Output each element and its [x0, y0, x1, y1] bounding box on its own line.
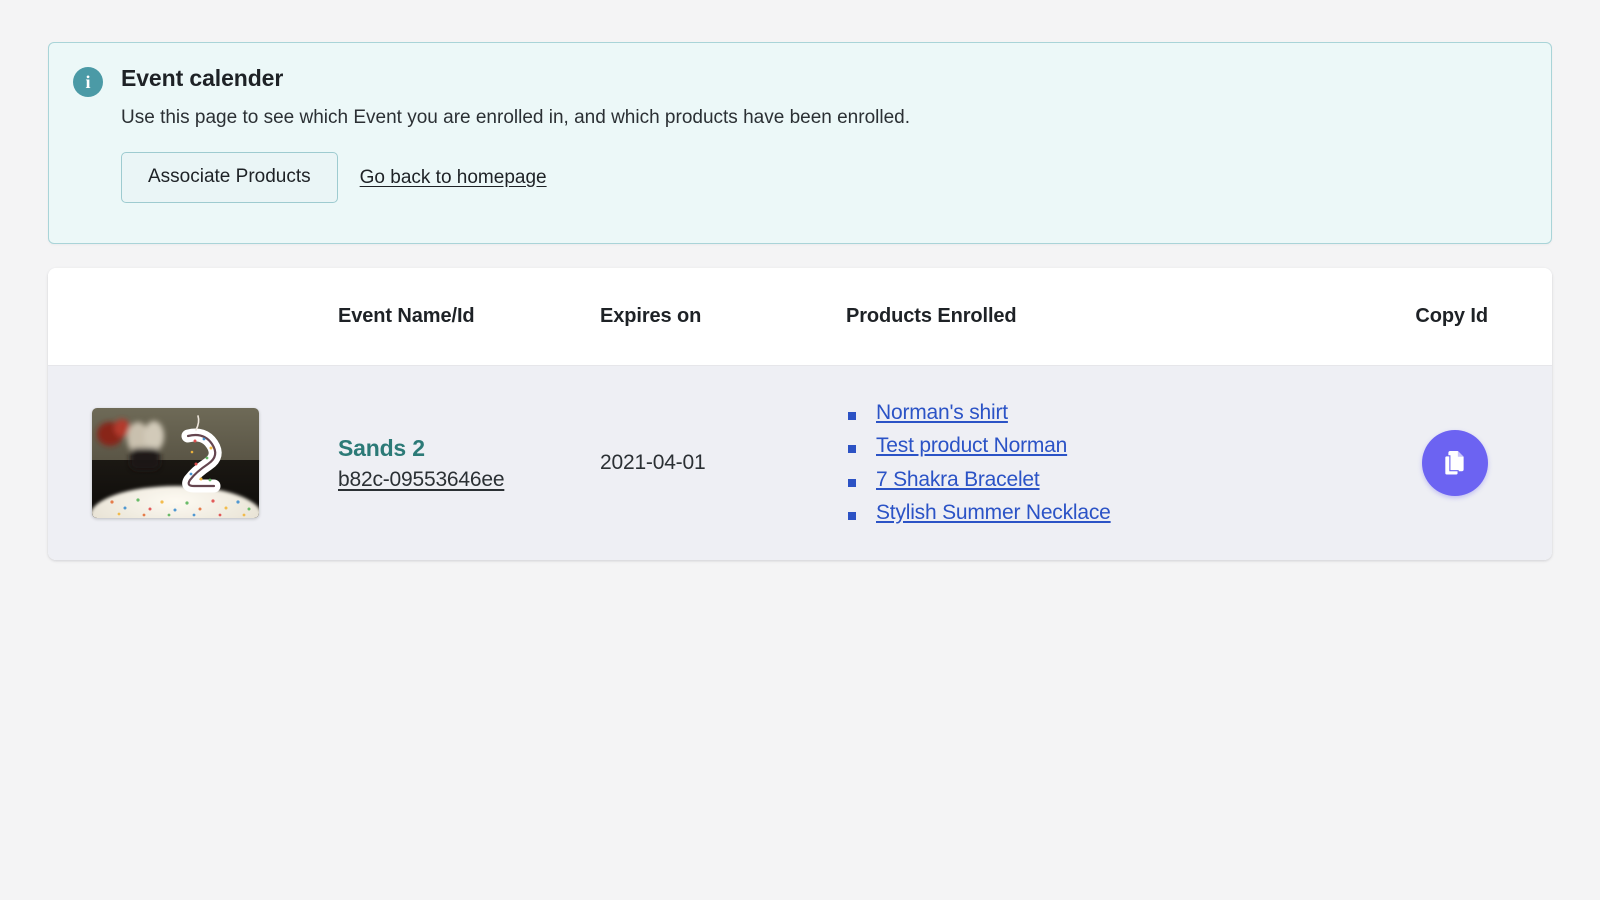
- column-header-event-name: Event Name/Id: [338, 305, 475, 327]
- page-title: Event calender: [121, 65, 284, 91]
- associate-products-button[interactable]: Associate Products: [121, 152, 338, 204]
- banner-actions: Associate Products Go back to homepage: [121, 152, 1527, 204]
- row-thumbnail-cell: [48, 408, 338, 518]
- column-header-copy-id: Copy Id: [1415, 305, 1488, 327]
- page-root: i Event calender Use this page to see wh…: [0, 0, 1600, 900]
- list-item: Norman's shirt: [846, 401, 1372, 425]
- info-banner-body: Event calender Use this page to see whic…: [121, 65, 1527, 204]
- row-event-name-cell: Sands 2 b82c-09553646ee: [338, 434, 600, 492]
- list-item: 7 Shakra Bracelet: [846, 468, 1372, 492]
- product-link[interactable]: Norman's shirt: [876, 401, 1008, 424]
- list-item: Test product Norman: [846, 434, 1372, 458]
- column-header-products-enrolled: Products Enrolled: [846, 305, 1017, 327]
- column-header-expires-on: Expires on: [600, 305, 702, 327]
- products-enrolled-list: Norman's shirt Test product Norman 7 Sha…: [846, 401, 1372, 525]
- table-row: Sands 2 b82c-09553646ee 2021-04-01 Norma…: [48, 366, 1552, 560]
- row-products-cell: Norman's shirt Test product Norman 7 Sha…: [846, 401, 1372, 525]
- row-copy-id-cell: [1372, 430, 1552, 496]
- banner-description: Use this page to see which Event you are…: [121, 106, 910, 128]
- copy-id-button[interactable]: [1422, 430, 1488, 496]
- go-back-to-homepage-link[interactable]: Go back to homepage: [360, 165, 547, 191]
- info-icon: i: [73, 67, 103, 97]
- event-id-link[interactable]: b82c-09553646ee: [338, 468, 505, 492]
- product-link[interactable]: Test product Norman: [876, 434, 1067, 457]
- product-link[interactable]: Stylish Summer Necklace: [876, 501, 1111, 524]
- expires-on-value: 2021-04-01: [600, 451, 706, 474]
- info-icon-glyph: i: [85, 72, 91, 92]
- list-item: Stylish Summer Necklace: [846, 501, 1372, 525]
- row-expires-on-cell: 2021-04-01: [600, 451, 846, 475]
- info-banner: i Event calender Use this page to see wh…: [48, 42, 1552, 244]
- events-table: Event Name/Id Expires on Products Enroll…: [48, 268, 1552, 560]
- copy-icon: [1440, 448, 1470, 478]
- table-header-row: Event Name/Id Expires on Products Enroll…: [48, 268, 1552, 366]
- event-thumbnail-image: [92, 408, 259, 518]
- event-name: Sands 2: [338, 435, 425, 462]
- product-link[interactable]: 7 Shakra Bracelet: [876, 468, 1040, 491]
